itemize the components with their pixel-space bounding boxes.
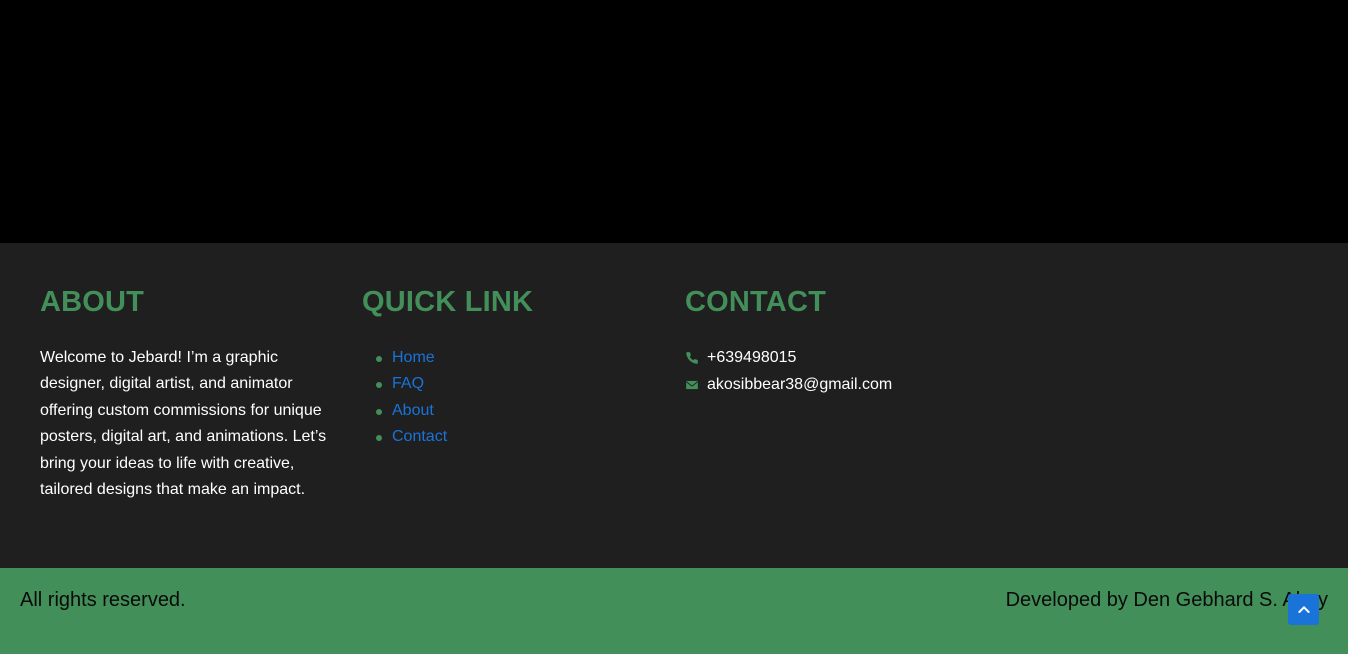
quick-link-item: Contact xyxy=(376,424,662,450)
quick-links-column: QUICK LINK Home FAQ About Contact xyxy=(362,285,662,451)
about-text: Welcome to Jebard! I’m a graphic designe… xyxy=(40,349,327,499)
quick-link-item: About xyxy=(376,398,662,424)
about-heading: ABOUT xyxy=(40,286,145,318)
link-faq[interactable]: FAQ xyxy=(392,375,424,392)
contact-phone-text: +639498015 xyxy=(707,349,797,367)
contact-heading: CONTACT xyxy=(685,286,827,318)
envelope-icon xyxy=(685,378,699,392)
link-home[interactable]: Home xyxy=(392,349,435,366)
scroll-to-top-button[interactable] xyxy=(1288,594,1319,625)
hero-section xyxy=(0,0,1348,243)
link-contact[interactable]: Contact xyxy=(392,428,447,445)
chevron-up-icon xyxy=(1297,605,1310,613)
contact-column: CONTACT +639498015 akosibbear38@gmail.co… xyxy=(685,285,1085,398)
contact-email-text: akosibbear38@gmail.com xyxy=(707,375,893,393)
quick-links-list: Home FAQ About Contact xyxy=(362,345,662,451)
contact-phone: +639498015 xyxy=(685,345,1085,371)
about-column: ABOUT Welcome to Jebard! I’m a graphic d… xyxy=(40,285,340,503)
phone-icon xyxy=(685,351,699,365)
contact-email: akosibbear38@gmail.com xyxy=(685,371,1085,397)
footer: ABOUT Welcome to Jebard! I’m a graphic d… xyxy=(0,243,1348,568)
quick-links-heading: QUICK LINK xyxy=(362,286,534,318)
copyright-bar: All rights reserved. Developed by Den Ge… xyxy=(0,568,1348,654)
developer-credit: Developed by Den Gebhard S. Abay xyxy=(1005,589,1328,611)
copyright-text: All rights reserved. xyxy=(20,589,186,611)
quick-link-item: Home xyxy=(376,345,662,371)
quick-link-item: FAQ xyxy=(376,371,662,397)
link-about[interactable]: About xyxy=(392,402,434,419)
